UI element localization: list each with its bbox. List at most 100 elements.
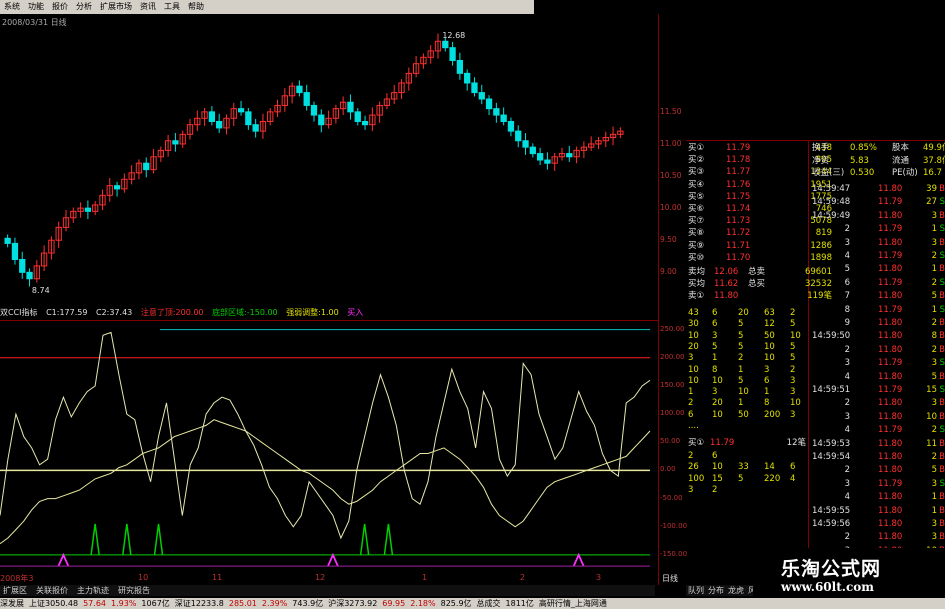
bottom-tabs: 扩展区 关联报价 主力轨迹 研究报告 bbox=[0, 585, 655, 596]
cci-chart[interactable] bbox=[0, 320, 658, 573]
candle-body bbox=[26, 271, 33, 280]
tick-row: 3 11.80 3 B bbox=[810, 237, 945, 249]
tick-volume: 2 bbox=[931, 452, 937, 462]
right-tab[interactable]: 龙虎 bbox=[726, 586, 744, 595]
status-item: 深发展 bbox=[0, 599, 24, 608]
right-tab[interactable]: 队列 bbox=[686, 586, 704, 595]
low-label: 8.74 bbox=[32, 286, 50, 295]
chart-tab-label[interactable]: 日线 bbox=[662, 573, 678, 584]
candle-body bbox=[4, 237, 11, 244]
tick-direction: B bbox=[939, 371, 945, 382]
cci-tick: 0.00 bbox=[660, 465, 676, 474]
tick-volume: 1 bbox=[931, 264, 937, 275]
tick-direction: B bbox=[939, 318, 945, 328]
tick-price: 11.80 bbox=[878, 237, 903, 248]
queue-buy-row: 32 bbox=[686, 483, 808, 497]
tick-direction: B bbox=[939, 264, 945, 275]
menu-item[interactable]: 扩展市场 bbox=[96, 0, 136, 14]
candle-body bbox=[347, 101, 354, 113]
tick-volume: 8 bbox=[931, 331, 937, 342]
watermark-url: www.60lt.com bbox=[781, 580, 874, 594]
tick-time: 14:59:53 bbox=[812, 438, 851, 449]
menu-item[interactable]: 资讯 bbox=[136, 0, 160, 14]
indicator-danger: 注意了顶:200.00 bbox=[140, 308, 204, 317]
queue-cell: 3 bbox=[688, 484, 694, 495]
tick-volume: 2 bbox=[931, 251, 937, 261]
tick-price: 11.80 bbox=[878, 291, 903, 302]
tick-direction: B bbox=[939, 237, 945, 248]
indicator-strong: 强弱调整:1.00 bbox=[286, 308, 339, 317]
tick-row: 6 11.79 2 S bbox=[810, 277, 945, 289]
bottom-tab[interactable]: 主力轨迹 bbox=[74, 586, 109, 595]
stats-key: 收益(三) bbox=[812, 168, 845, 178]
series-line-c1 bbox=[0, 331, 651, 540]
menu-bar: 系统 功能 报价 分析 扩展市场 资讯 工具 帮助 bbox=[0, 0, 534, 14]
status-item: 285.01 bbox=[228, 599, 257, 608]
tick-time: 3 bbox=[844, 478, 850, 489]
menu-item[interactable]: 报价 bbox=[48, 0, 72, 14]
tick-time: 14:59:54 bbox=[812, 452, 851, 462]
candle-body bbox=[507, 120, 515, 132]
menu-item[interactable]: 工具 bbox=[160, 0, 184, 14]
cci-tick: 50.00 bbox=[660, 437, 681, 446]
bottom-tab[interactable]: 研究报告 bbox=[115, 586, 150, 595]
menu-item[interactable]: 分析 bbox=[72, 0, 96, 14]
candle-body bbox=[566, 153, 573, 158]
tick-row: 2 11.80 2 B bbox=[810, 344, 945, 356]
x-tick: 2 bbox=[520, 573, 526, 582]
candle-body bbox=[529, 146, 536, 155]
candle-body bbox=[485, 98, 493, 110]
tick-row: 2 11.80 3 B bbox=[810, 531, 945, 543]
x-axis: 2008年3 10 11 12 1 2 3 bbox=[0, 573, 656, 584]
menu-item[interactable]: 系统 bbox=[0, 0, 24, 14]
tick-price: 11.80 bbox=[878, 452, 903, 462]
price-tick: 9.50 bbox=[660, 235, 677, 245]
tick-direction: B bbox=[939, 492, 945, 503]
tick-volume: 2 bbox=[931, 425, 937, 436]
candle-body bbox=[310, 104, 318, 116]
tick-volume: 1 bbox=[931, 505, 937, 516]
price-chart[interactable]: 12.68 8.74 bbox=[0, 14, 658, 306]
right-tab[interactable]: 分布 bbox=[706, 586, 724, 595]
indicator-buy: 买入 bbox=[347, 308, 364, 317]
tick-time: 2 bbox=[844, 224, 850, 235]
tick-row: 4 11.79 2 S bbox=[810, 250, 945, 262]
bottom-tab[interactable]: 关联报价 bbox=[33, 586, 68, 595]
status-item: 1067亿 bbox=[141, 599, 170, 608]
tick-direction: B bbox=[939, 532, 945, 543]
candle-body bbox=[522, 140, 529, 148]
watermark-title: 乐淘公式网 bbox=[781, 558, 882, 580]
x-tick: 2008年3 bbox=[0, 574, 34, 583]
tick-price: 11.80 bbox=[878, 411, 903, 422]
tick-direction: B bbox=[939, 291, 945, 302]
tick-volume: 1 bbox=[931, 304, 937, 315]
menu-item[interactable]: 帮助 bbox=[184, 0, 208, 14]
tick-volume: 3 bbox=[931, 210, 937, 221]
tick-price: 11.79 bbox=[878, 197, 903, 208]
candle-body bbox=[172, 140, 179, 145]
tick-direction: B bbox=[939, 344, 945, 355]
tick-direction: B bbox=[939, 411, 945, 422]
tick-time: 6 bbox=[844, 277, 850, 288]
bottom-tab[interactable]: 扩展区 bbox=[0, 586, 27, 595]
queue-buy-label: 买① bbox=[688, 438, 705, 448]
tick-direction: S bbox=[939, 197, 945, 208]
tick-direction: B bbox=[939, 398, 945, 409]
tick-row: 14:59:47 11.80 39 B bbox=[810, 183, 945, 195]
candle-body bbox=[208, 111, 216, 122]
indicator-header: 双CCI指标 C1:177.59 C2:37.43 注意了顶:200.00 底部… bbox=[0, 306, 656, 320]
tick-time: 2 bbox=[844, 344, 850, 355]
quote-price: 11.70 bbox=[726, 252, 751, 263]
candle-body bbox=[245, 111, 252, 126]
tick-direction: S bbox=[939, 425, 945, 436]
green-signal bbox=[122, 523, 132, 556]
candle-body bbox=[478, 92, 485, 100]
tick-time: 4 bbox=[844, 251, 850, 261]
tick-time: 14:59:55 bbox=[812, 505, 851, 516]
tick-time: 3 bbox=[844, 411, 850, 422]
menu-item[interactable]: 功能 bbox=[24, 0, 48, 14]
tick-row: 3 11.79 3 S bbox=[810, 357, 945, 369]
candle-body bbox=[318, 114, 325, 126]
order-queue: 43 6 20 63 2 30 6 5 12 5 10 3 5 50 10 20 5 5 10 5 3 1 2 10 5 10 8 1… bbox=[686, 306, 808, 581]
queue-buy-header: 买① 11.79 12笔 bbox=[686, 436, 808, 450]
